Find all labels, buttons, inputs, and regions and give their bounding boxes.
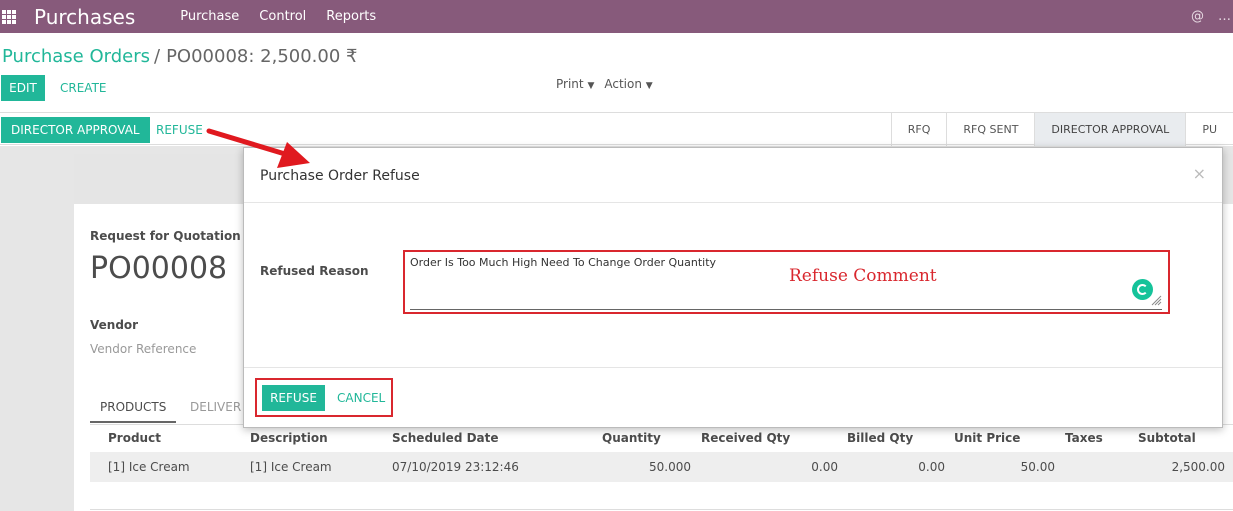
apps-menu-icon[interactable] <box>2 9 16 24</box>
cell-scheduled-date: 07/10/2019 23:12:46 <box>392 460 519 474</box>
refused-reason-label: Refused Reason <box>260 264 369 278</box>
cell-quantity: 50.000 <box>649 460 691 474</box>
divider <box>244 367 1222 368</box>
divider <box>244 202 1222 203</box>
vendor-reference-label: Vendor Reference <box>90 342 197 356</box>
dialog-cancel-button[interactable]: CANCEL <box>333 385 389 411</box>
refused-reason-input[interactable]: Order Is Too Much High Need To Change Or… <box>410 256 1162 310</box>
cell-billed-qty: 0.00 <box>918 460 945 474</box>
annotation-highlight-box: REFUSE CANCEL <box>255 378 393 417</box>
cell-description: [1] Ice Cream <box>250 460 332 474</box>
edit-button[interactable]: EDIT <box>1 75 45 101</box>
vendor-label: Vendor <box>90 318 139 332</box>
col-quantity[interactable]: Quantity <box>602 431 661 445</box>
stage-rfq-sent[interactable]: RFQ SENT <box>946 113 1034 146</box>
cell-unit-price: 50.00 <box>1020 460 1055 474</box>
breadcrumb: Purchase Orders / PO00008: 2,500.00 ₹ <box>2 46 357 67</box>
refuse-dialog: Purchase Order Refuse × Refused Reason O… <box>243 147 1223 428</box>
print-label: Print <box>556 77 584 91</box>
document-type-label: Request for Quotation <box>90 229 241 243</box>
app-title: Purchases <box>34 4 136 29</box>
stage-purchase-order[interactable]: PU <box>1185 113 1233 146</box>
menu-control[interactable]: Control <box>259 9 306 24</box>
table-row[interactable]: [1] Ice Cream [1] Ice Cream 07/10/2019 2… <box>90 452 1233 482</box>
form-statusbar-row: DIRECTOR APPROVAL REFUSE RFQ RFQ SENT DI… <box>0 112 1233 146</box>
col-billed-qty[interactable]: Billed Qty <box>847 431 913 445</box>
col-unit-price[interactable]: Unit Price <box>954 431 1020 445</box>
cell-product: [1] Ice Cream <box>108 460 190 474</box>
tab-deliveries[interactable]: DELIVER <box>190 400 241 414</box>
stage-rfq[interactable]: RFQ <box>890 113 947 146</box>
annotation-highlight-box: Order Is Too Much High Need To Change Or… <box>403 250 1170 314</box>
create-button[interactable]: CREATE <box>53 75 114 101</box>
col-taxes[interactable]: Taxes <box>1065 431 1103 445</box>
breadcrumb-separator: / <box>154 46 161 67</box>
cell-received-qty: 0.00 <box>811 460 838 474</box>
close-icon[interactable]: × <box>1193 164 1206 183</box>
sidebar-dropdowns: Print ▼ Action ▼ <box>556 77 653 91</box>
chat-icon[interactable]: … <box>1218 9 1231 24</box>
col-received-qty[interactable]: Received Qty <box>701 431 790 445</box>
breadcrumb-purchase-orders[interactable]: Purchase Orders <box>2 46 150 67</box>
resize-handle-icon[interactable] <box>1150 294 1162 306</box>
po-number-title: PO00008 <box>90 251 228 286</box>
status-stages: RFQ RFQ SENT DIRECTOR APPROVAL PU <box>890 113 1233 146</box>
top-navbar: Purchases Purchase Control Reports @ … <box>0 0 1233 33</box>
col-scheduled-date[interactable]: Scheduled Date <box>392 431 499 445</box>
col-subtotal[interactable]: Subtotal <box>1138 431 1196 445</box>
caret-down-icon: ▼ <box>587 81 595 91</box>
print-dropdown[interactable]: Print ▼ <box>556 77 594 91</box>
dialog-refuse-button[interactable]: REFUSE <box>262 385 325 411</box>
col-product[interactable]: Product <box>108 431 161 445</box>
menu-purchase[interactable]: Purchase <box>180 9 239 24</box>
order-lines-header: Product Description Scheduled Date Quant… <box>90 424 1233 451</box>
caret-down-icon: ▼ <box>645 81 653 91</box>
menu-reports[interactable]: Reports <box>326 9 376 24</box>
divider <box>90 509 1233 510</box>
annotation-refuse-comment: Refuse Comment <box>789 266 937 286</box>
tab-products[interactable]: PRODUCTS <box>90 393 177 423</box>
action-label: Action <box>604 77 642 91</box>
action-dropdown[interactable]: Action ▼ <box>604 77 652 91</box>
director-approval-button[interactable]: DIRECTOR APPROVAL <box>1 117 150 143</box>
refuse-button[interactable]: REFUSE <box>150 117 209 143</box>
breadcrumb-current: PO00008: 2,500.00 ₹ <box>166 46 358 67</box>
dialog-title: Purchase Order Refuse <box>260 168 420 184</box>
mention-icon[interactable]: @ <box>1191 9 1204 24</box>
stage-director-approval[interactable]: DIRECTOR APPROVAL <box>1034 113 1186 146</box>
cell-subtotal: 2,500.00 <box>1171 460 1225 474</box>
col-description[interactable]: Description <box>250 431 328 445</box>
